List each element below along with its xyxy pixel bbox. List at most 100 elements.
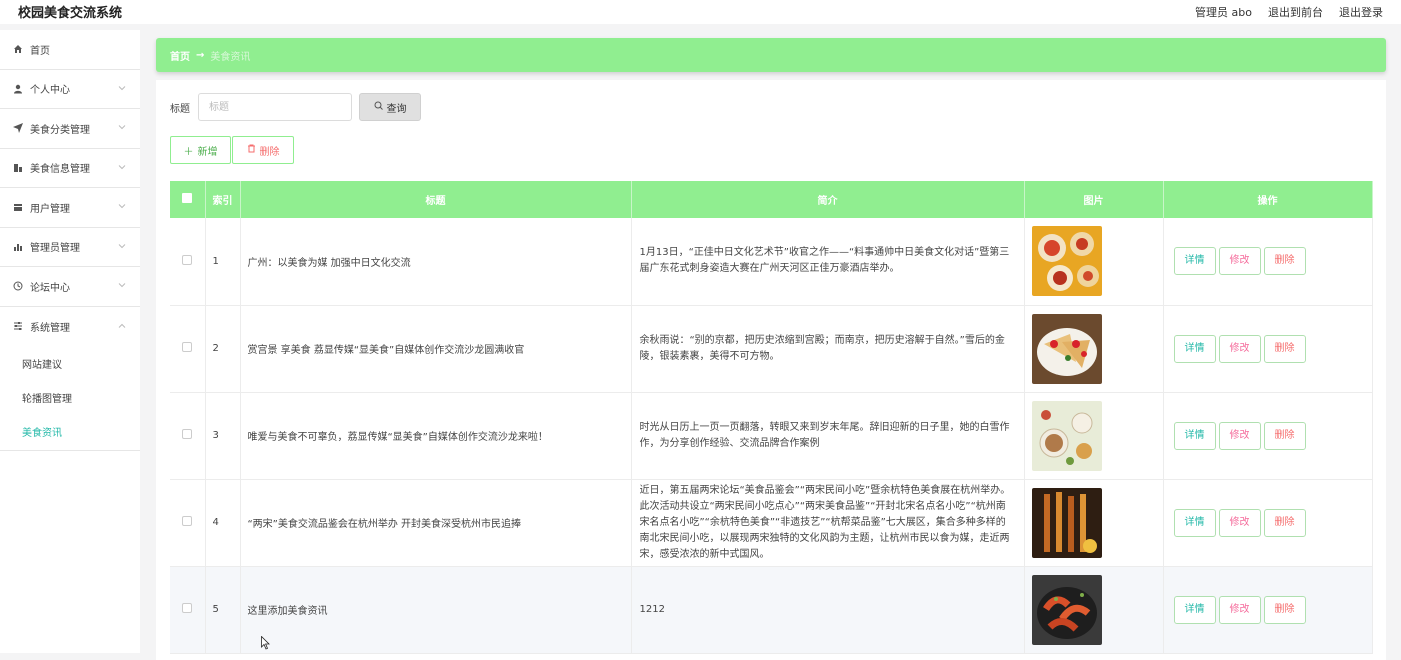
chart-icon (12, 162, 24, 174)
delete-button[interactable]: 删除 (1263, 421, 1306, 450)
detail-button[interactable]: 详情 (1173, 595, 1216, 624)
table-row: 5 这里添加美食资讯 1212 详情 修改 删除 (170, 566, 1373, 653)
mouse-cursor-icon (261, 636, 270, 650)
row-intro: 1月13日，“正佳中日文化艺术节”收官之作——“料事通帅中日美食文化对话”暨第三… (631, 218, 1025, 305)
chevron-down-icon (118, 241, 126, 252)
crepes-photo (1031, 313, 1102, 384)
sidebar-item-label: 首页 (30, 45, 50, 57)
sidebar-item-admins[interactable]: 管理员管理 (0, 228, 140, 267)
trash-icon (247, 144, 256, 156)
delete-button[interactable]: 删除 (1263, 334, 1306, 363)
sub-item-carousel[interactable]: 轮播图管理 (0, 380, 140, 414)
system-submenu: 网站建议 轮播图管理 美食资讯 (0, 346, 140, 451)
edit-button[interactable]: 修改 (1218, 508, 1261, 537)
sidebar-item-forum[interactable]: 论坛中心 (0, 267, 140, 307)
delete-button[interactable]: 删除 (1263, 247, 1306, 276)
back-to-front-link[interactable]: 退出到前台 (1268, 4, 1323, 20)
header-ops: 操作 (1163, 181, 1373, 218)
sidebar-item-system[interactable]: 系统管理 (0, 307, 140, 347)
search-icon (374, 101, 383, 113)
table-row: 2 赏宫景 享美食 荔显传媒“显美食”自媒体创作交流沙龙圆满收官 余秋雨说：“别… (170, 305, 1373, 392)
home-icon (12, 43, 24, 55)
chevron-down-icon (118, 281, 126, 292)
admin-label: 管理员 abo (1195, 6, 1252, 19)
row-checkbox[interactable] (182, 342, 193, 352)
sidebar-item-profile[interactable]: 个人中心 (0, 70, 140, 109)
sidebar-item-label: 用户管理 (30, 203, 70, 215)
breadcrumb-current: 美食资讯 (210, 51, 251, 63)
row-title: 这里添加美食资讯 (240, 566, 632, 653)
row-ops: 详情 修改 删除 (1163, 218, 1373, 305)
sidebar-item-label: 个人中心 (30, 85, 70, 97)
header-select-all[interactable] (170, 181, 206, 218)
search-button[interactable]: 查询 (359, 93, 421, 121)
sidebar-item-users[interactable]: 用户管理 (0, 188, 140, 228)
sub-item-site-suggestions[interactable]: 网站建议 (0, 346, 140, 380)
row-checkbox[interactable] (182, 429, 193, 439)
top-links: 管理员 abo 退出到前台 退出登录 (1195, 4, 1383, 20)
sidebar-item-label: 美食信息管理 (30, 164, 90, 176)
tea-table-photo (1031, 400, 1102, 471)
edit-button[interactable]: 修改 (1218, 334, 1261, 363)
row-index: 5 (205, 566, 241, 653)
sidebar-item-home[interactable]: 首页 (0, 30, 140, 70)
search-input[interactable] (198, 93, 352, 121)
select-all-checkbox[interactable] (182, 193, 193, 203)
chevron-down-icon (118, 123, 126, 134)
detail-button[interactable]: 详情 (1173, 421, 1216, 450)
send-icon (12, 122, 24, 134)
chevron-down-icon (118, 83, 126, 94)
news-table: 索引 标题 简介 图片 操作 1 广州：以美食为媒 加强中日文化交流 1月13日… (170, 181, 1373, 654)
row-checkbox[interactable] (182, 603, 193, 613)
edit-button[interactable]: 修改 (1218, 421, 1261, 450)
row-checkbox[interactable] (182, 516, 193, 526)
row-checkbox[interactable] (182, 254, 193, 265)
delete-button[interactable]: 删除 (1263, 595, 1306, 624)
detail-button[interactable]: 详情 (1173, 247, 1216, 276)
logout-link[interactable]: 退出登录 (1339, 4, 1383, 20)
sidebar: 首页 个人中心 美食分类管理 美食信息管理 用户管理 管理员管理 论坛中心 系统… (0, 30, 140, 653)
breadcrumb-separator: → (196, 49, 205, 61)
shrimp-photo (1031, 574, 1102, 645)
add-button[interactable]: ＋ 新增 (170, 136, 231, 164)
top-bar: 校园美食交流系统 管理员 abo 退出到前台 退出登录 (0, 0, 1401, 24)
search-button-label: 查询 (386, 103, 407, 115)
sidebar-item-label: 系统管理 (30, 322, 70, 334)
chevron-down-icon (118, 202, 126, 213)
header-title: 标题 (240, 181, 632, 218)
detail-button[interactable]: 详情 (1173, 508, 1216, 537)
delete-button[interactable]: 删除 (1263, 508, 1306, 537)
skewers-photo (1031, 487, 1102, 558)
row-title: 唯爱与美食不可辜负，荔显传媒“显美食”自媒体创作交流沙龙来啦！ (240, 392, 632, 479)
sidebar-item-label: 管理员管理 (30, 243, 80, 255)
row-title: “两宋”美食交流品鉴会在杭州举办 开封美食深受杭州市民追捧 (240, 479, 632, 566)
header-intro: 简介 (631, 181, 1025, 218)
breadcrumb-home[interactable]: 首页 (170, 48, 190, 63)
table-row: 4 “两宋”美食交流品鉴会在杭州举办 开封美食深受杭州市民追捧 近日，第五届两宋… (170, 479, 1373, 566)
app-title: 校园美食交流系统 (18, 6, 123, 21)
row-index: 4 (205, 479, 241, 566)
plus-icon: ＋ (183, 146, 194, 158)
row-ops: 详情 修改 删除 (1163, 479, 1373, 566)
edit-button[interactable]: 修改 (1218, 247, 1261, 276)
user-icon (12, 83, 24, 95)
chevron-down-icon (118, 162, 126, 173)
edit-button[interactable]: 修改 (1218, 595, 1261, 624)
sidebar-item-category[interactable]: 美食分类管理 (0, 109, 140, 149)
row-title: 赏宫景 享美食 荔显传媒“显美食”自媒体创作交流沙龙圆满收官 (240, 305, 632, 392)
sliders-icon (12, 320, 24, 332)
sidebar-item-food-info[interactable]: 美食信息管理 (0, 149, 140, 188)
detail-button[interactable]: 详情 (1173, 334, 1216, 363)
content-panel: 标题 查询 ＋ 新增 删除 (156, 80, 1386, 660)
dumplings-photo (1031, 226, 1102, 297)
header-image: 图片 (1024, 181, 1164, 218)
row-index: 2 (205, 305, 241, 392)
sub-item-food-news[interactable]: 美食资讯 (0, 414, 140, 448)
row-ops: 详情 修改 删除 (1163, 392, 1373, 479)
row-intro: 1212 (631, 566, 1025, 653)
sidebar-item-label: 论坛中心 (30, 282, 70, 294)
row-intro: 时光从日历上一页一页翻落，转眼又来到岁末年尾。辞旧迎新的日子里，她的白雪作作，为… (631, 392, 1025, 479)
tray-icon (12, 201, 24, 213)
delete-button-label: 删除 (259, 146, 280, 158)
batch-delete-button[interactable]: 删除 (232, 136, 294, 164)
